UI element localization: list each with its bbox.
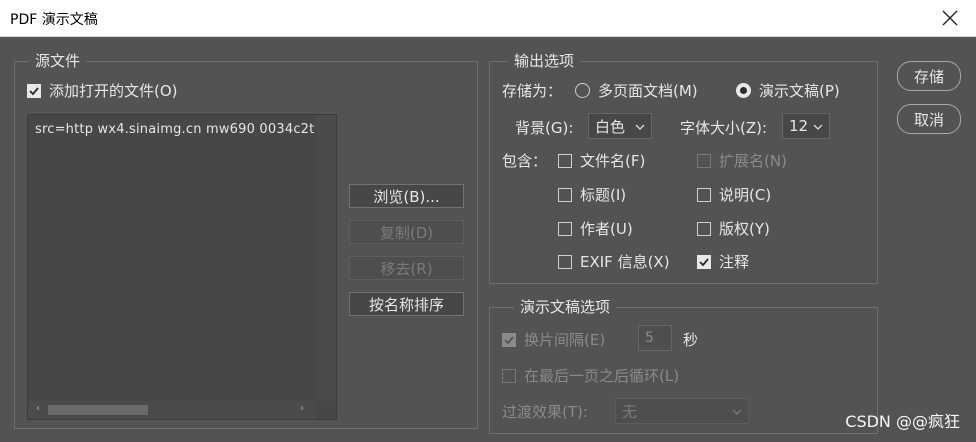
title-bar: PDF 演示文稿 [0, 0, 976, 37]
radio-presentation-label: 演示文稿(P) [759, 82, 840, 100]
description-label: 说明(C) [719, 186, 772, 204]
watermark-text: CSDN @@疯狂 [845, 412, 960, 431]
output-options-title: 输出选项 [508, 51, 581, 71]
background-value: 白色 [595, 117, 626, 136]
author-checkbox[interactable]: 作者(U) [558, 218, 633, 239]
radio-multipage[interactable]: 多页面文档(M) [575, 80, 698, 101]
transition-value: 无 [622, 402, 638, 421]
title-checkbox[interactable]: 标题(I) [558, 184, 626, 205]
cancel-button[interactable]: 取消 [897, 104, 961, 134]
filename-checkbox[interactable]: 文件名(F) [558, 150, 645, 171]
extension-label: 扩展名(N) [719, 152, 787, 170]
annotations-label: 注释 [719, 253, 750, 271]
duplicate-button[interactable]: 复制(D) [349, 220, 464, 244]
close-icon[interactable] [938, 6, 962, 30]
seconds-label: 秒 [683, 331, 699, 349]
copyright-checkbox[interactable]: 版权(Y) [697, 218, 770, 239]
checkbox-icon [502, 368, 516, 383]
exif-checkbox[interactable]: EXIF 信息(X) [558, 251, 670, 272]
list-item[interactable]: src=http wx4.sinaimg.cn mw690 0034c2t [35, 122, 314, 137]
sort-by-name-button[interactable]: 按名称排序 [349, 292, 464, 316]
scrollbar-corner [316, 401, 336, 419]
scroll-right-icon[interactable]: › [300, 403, 304, 414]
checkbox-checked-icon [27, 83, 41, 98]
scroll-thumb[interactable] [48, 405, 148, 415]
scroll-left-icon[interactable]: ‹ [36, 403, 40, 414]
checkbox-icon [558, 187, 572, 202]
loop-checkbox[interactable]: 在最后一页之后循环(L) [502, 365, 679, 386]
advance-checkbox[interactable]: 换片间隔(E) [502, 329, 605, 350]
checkbox-checked-icon [697, 254, 711, 269]
copyright-label: 版权(Y) [719, 220, 770, 238]
browse-button[interactable]: 浏览(B)... [349, 184, 464, 208]
transition-select[interactable]: 无 [615, 398, 749, 424]
radio-presentation[interactable]: 演示文稿(P) [736, 80, 840, 101]
presentation-options-title: 演示文稿选项 [514, 297, 617, 317]
vertical-scrollbar[interactable] [316, 115, 336, 401]
window-title: PDF 演示文稿 [10, 12, 98, 28]
source-files-title: 源文件 [29, 51, 87, 71]
checkbox-checked-icon [502, 332, 516, 347]
filename-label: 文件名(F) [580, 152, 646, 170]
loop-label: 在最后一页之后循环(L) [524, 367, 680, 385]
checkbox-icon [558, 153, 572, 168]
advance-label: 换片间隔(E) [524, 331, 606, 349]
background-select[interactable]: 白色 [588, 113, 652, 139]
author-label: 作者(U) [580, 220, 633, 238]
description-checkbox[interactable]: 说明(C) [697, 184, 771, 205]
title-label: 标题(I) [580, 186, 627, 204]
advance-seconds-input[interactable]: 5 [638, 325, 672, 351]
file-list[interactable]: src=http wx4.sinaimg.cn mw690 0034c2t ‹ … [27, 114, 337, 420]
horizontal-scrollbar[interactable]: ‹ › [28, 401, 318, 419]
transition-label: 过渡效果(T): [502, 403, 588, 421]
font-size-value: 12 [789, 117, 809, 135]
checkbox-icon [697, 221, 711, 236]
radio-on-icon [736, 83, 751, 98]
radio-multipage-label: 多页面文档(M) [598, 82, 698, 100]
annotations-checkbox[interactable]: 注释 [697, 251, 749, 272]
save-button[interactable]: 存储 [897, 61, 961, 91]
chevron-down-icon [732, 409, 742, 415]
font-size-label: 字体大小(Z): [680, 119, 768, 137]
chevron-down-icon [813, 124, 823, 130]
checkbox-icon [558, 254, 572, 269]
include-label: 包含： [502, 152, 548, 170]
chevron-down-icon [635, 124, 645, 130]
remove-button[interactable]: 移去(R) [349, 256, 464, 280]
checkbox-icon [697, 187, 711, 202]
checkbox-icon [558, 221, 572, 236]
extension-checkbox[interactable]: 扩展名(N) [697, 150, 787, 171]
font-size-select[interactable]: 12 [782, 113, 830, 139]
background-label: 背景(G): [515, 119, 574, 137]
save-as-label: 存储为： [502, 82, 563, 100]
add-open-files-checkbox[interactable]: 添加打开的文件(O) [27, 80, 178, 101]
radio-off-icon [575, 83, 590, 98]
checkbox-icon [697, 153, 711, 168]
exif-label: EXIF 信息(X) [580, 253, 670, 271]
add-open-files-label: 添加打开的文件(O) [49, 82, 178, 100]
